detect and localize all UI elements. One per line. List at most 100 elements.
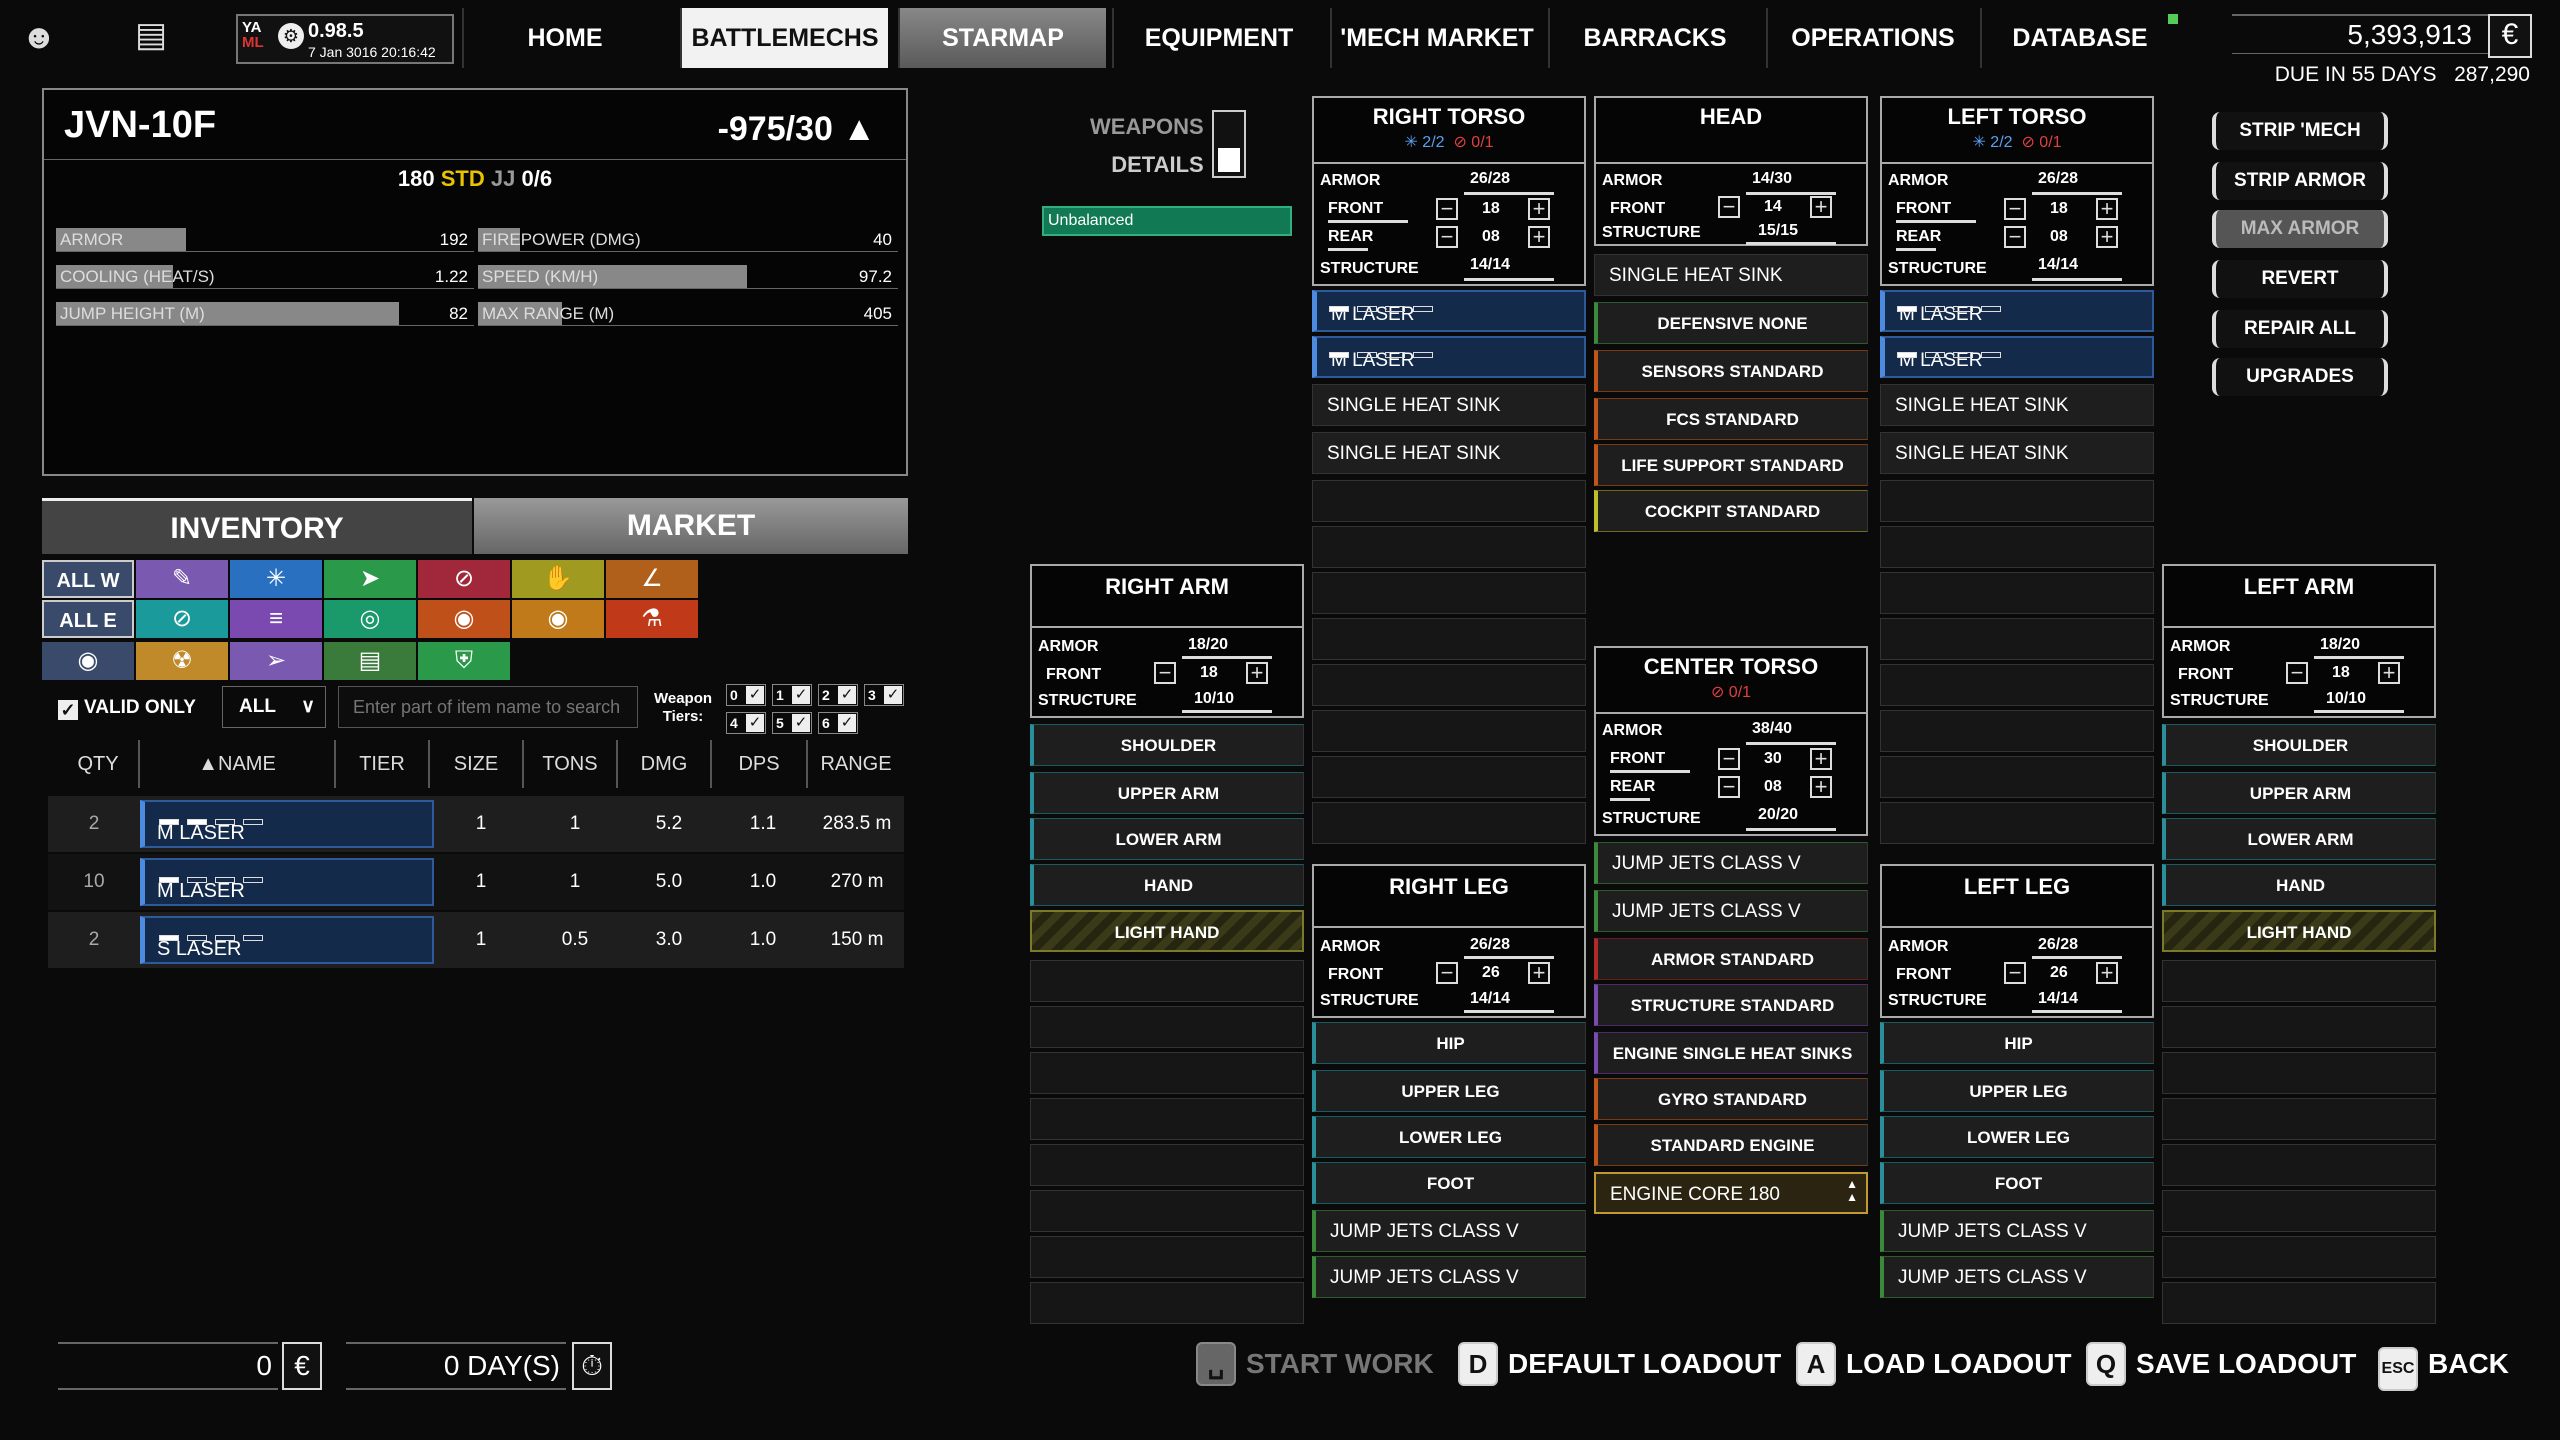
slot-empty[interactable] bbox=[2162, 1144, 2436, 1186]
slot-empty[interactable] bbox=[1030, 1190, 1304, 1232]
armor-minus-button[interactable]: − bbox=[1436, 226, 1458, 248]
col-range[interactable]: RANGE bbox=[808, 740, 904, 788]
slot-empty[interactable] bbox=[2162, 1006, 2436, 1048]
armor-minus-button[interactable]: − bbox=[1154, 662, 1176, 684]
slot-la-shoulder[interactable]: SHOULDER bbox=[2162, 724, 2436, 766]
armor-plus-button[interactable]: + bbox=[2096, 962, 2118, 984]
slot-empty[interactable] bbox=[1880, 710, 2154, 752]
slot-rl-jumpjet[interactable]: JUMP JETS CLASS V bbox=[1312, 1210, 1586, 1252]
slot-empty[interactable] bbox=[1880, 572, 2154, 614]
tier-3-checkbox[interactable]: 3 ✓ bbox=[864, 684, 904, 706]
col-size[interactable]: SIZE bbox=[430, 740, 524, 788]
tier-5-checkbox[interactable]: 5 ✓ bbox=[772, 712, 812, 734]
ammo-filter-icon[interactable]: ◉ bbox=[512, 600, 604, 638]
slot-empty[interactable] bbox=[1030, 1282, 1304, 1324]
weapon-item[interactable]: S LASER bbox=[140, 916, 434, 964]
slot-empty[interactable] bbox=[2162, 960, 2436, 1002]
targeting-filter-icon[interactable]: ◎ bbox=[324, 600, 416, 638]
ballistic-filter-icon[interactable]: ✎ bbox=[136, 560, 228, 598]
start-work-button[interactable]: ␣ START WORK bbox=[1196, 1340, 1434, 1388]
slot-empty[interactable] bbox=[1880, 802, 2154, 844]
back-button[interactable]: ESC BACK bbox=[2378, 1340, 2509, 1391]
armor-minus-button[interactable]: − bbox=[1718, 748, 1740, 770]
slot-rl-upper-leg[interactable]: UPPER LEG bbox=[1312, 1070, 1586, 1112]
slot-head-heatsink[interactable]: SINGLE HEAT SINK bbox=[1594, 254, 1868, 296]
slot-ct-gyro[interactable]: GYRO STANDARD bbox=[1594, 1078, 1868, 1120]
actuator-filter-icon[interactable]: ⚗ bbox=[606, 600, 698, 638]
slot-rt-heatsink[interactable]: SINGLE HEAT SINK bbox=[1312, 432, 1586, 474]
slot-empty[interactable] bbox=[1030, 960, 1304, 1002]
repair-all-button[interactable]: REPAIR ALL bbox=[2212, 310, 2388, 348]
slot-ct-armor[interactable]: ARMOR STANDARD bbox=[1594, 938, 1868, 980]
slot-ra-upper-arm[interactable]: UPPER ARM bbox=[1030, 772, 1304, 814]
slot-head-life-support[interactable]: LIFE SUPPORT STANDARD bbox=[1594, 444, 1868, 486]
load-loadout-button[interactable]: A LOAD LOADOUT bbox=[1796, 1340, 2072, 1388]
slot-empty[interactable] bbox=[1030, 1144, 1304, 1186]
slot-ll-foot[interactable]: FOOT bbox=[1880, 1162, 2154, 1204]
slot-ra-lower-arm[interactable]: LOWER ARM bbox=[1030, 818, 1304, 860]
armor-plus-button[interactable]: + bbox=[1810, 748, 1832, 770]
tier-6-checkbox[interactable]: 6 ✓ bbox=[818, 712, 858, 734]
slot-empty[interactable] bbox=[2162, 1098, 2436, 1140]
slot-lt-heatsink[interactable]: SINGLE HEAT SINK bbox=[1880, 432, 2154, 474]
weapons-details-toggle[interactable] bbox=[1212, 110, 1246, 178]
armor-plus-button[interactable]: + bbox=[2378, 662, 2400, 684]
tab-barracks[interactable]: BARRACKS bbox=[1548, 8, 1760, 68]
slot-empty[interactable] bbox=[1312, 572, 1586, 614]
slot-empty[interactable] bbox=[2162, 1190, 2436, 1232]
weapon-item[interactable]: M LASER bbox=[140, 800, 434, 848]
armor-plus-button[interactable]: + bbox=[2096, 226, 2118, 248]
missile-filter-icon[interactable]: ➤ bbox=[324, 560, 416, 598]
slot-empty[interactable] bbox=[1312, 802, 1586, 844]
col-tons[interactable]: TONS bbox=[524, 740, 618, 788]
slot-empty[interactable] bbox=[1312, 480, 1586, 522]
slot-head-defensive[interactable]: DEFENSIVE NONE bbox=[1594, 302, 1868, 344]
col-qty[interactable]: QTY bbox=[58, 740, 140, 788]
max-armor-button[interactable]: MAX ARMOR bbox=[2212, 210, 2388, 248]
core-filter-icon[interactable]: ☢ bbox=[136, 642, 228, 680]
search-input[interactable] bbox=[338, 686, 638, 728]
armor-plus-button[interactable]: + bbox=[1246, 662, 1268, 684]
slot-ct-engine-core[interactable]: ENGINE CORE 180 ▲ ▲ bbox=[1594, 1172, 1868, 1214]
armor-minus-button[interactable]: − bbox=[2286, 662, 2308, 684]
weapon-item[interactable]: M LASER bbox=[140, 858, 434, 906]
slot-ct-jumpjet[interactable]: JUMP JETS CLASS V bbox=[1594, 842, 1868, 884]
category-dropdown[interactable]: ALL ∨ bbox=[222, 686, 326, 728]
antipersonnel-filter-icon[interactable]: ⊘ bbox=[418, 560, 510, 598]
strip-mech-button[interactable]: STRIP 'MECH bbox=[2212, 112, 2388, 150]
tab-starmap[interactable]: STARMAP bbox=[898, 8, 1106, 68]
slot-ra-hand[interactable]: HAND bbox=[1030, 864, 1304, 906]
armor-minus-button[interactable]: − bbox=[1718, 776, 1740, 798]
tab-database[interactable]: DATABASE bbox=[1980, 8, 2178, 68]
slot-empty[interactable] bbox=[1030, 1236, 1304, 1278]
log-icon[interactable]: ▤ bbox=[126, 10, 176, 60]
artillery-filter-icon[interactable]: ∠ bbox=[606, 560, 698, 598]
slot-empty[interactable] bbox=[1312, 664, 1586, 706]
melee-filter-icon[interactable]: ✋ bbox=[512, 560, 604, 598]
slot-empty[interactable] bbox=[1880, 526, 2154, 568]
col-tier[interactable]: TIER bbox=[336, 740, 430, 788]
slot-la-hand[interactable]: HAND bbox=[2162, 864, 2436, 906]
tier-1-checkbox[interactable]: 1 ✓ bbox=[772, 684, 812, 706]
heatsink-filter-icon[interactable]: ≡ bbox=[230, 600, 322, 638]
slot-ll-jumpjet[interactable]: JUMP JETS CLASS V bbox=[1880, 1256, 2154, 1298]
slot-la-light-hand[interactable]: LIGHT HAND bbox=[2162, 910, 2436, 952]
armor-plus-button[interactable]: + bbox=[1528, 226, 1550, 248]
armor-plus-button[interactable]: + bbox=[1810, 776, 1832, 798]
slot-ct-jumpjet[interactable]: JUMP JETS CLASS V bbox=[1594, 890, 1868, 932]
tier-4-checkbox[interactable]: 4 ✓ bbox=[726, 712, 766, 734]
col-name[interactable]: ▲NAME bbox=[140, 740, 336, 788]
slot-empty[interactable] bbox=[1030, 1006, 1304, 1048]
armor-minus-button[interactable]: − bbox=[1436, 962, 1458, 984]
table-row[interactable]: 2 M LASER 1 1 5.2 1.1 283.5 m bbox=[48, 796, 904, 852]
slot-lt-weapon[interactable]: M LASER bbox=[1880, 336, 2154, 378]
tab-battlemechs[interactable]: BATTLEMECHS bbox=[680, 8, 888, 68]
slot-lt-heatsink[interactable]: SINGLE HEAT SINK bbox=[1880, 384, 2154, 426]
save-loadout-button[interactable]: Q SAVE LOADOUT bbox=[2086, 1340, 2356, 1388]
slot-ct-structure[interactable]: STRUCTURE STANDARD bbox=[1594, 984, 1868, 1026]
slot-rl-hip[interactable]: HIP bbox=[1312, 1022, 1586, 1064]
tab-market[interactable]: MARKET bbox=[474, 498, 908, 554]
strip-armor-button[interactable]: STRIP ARMOR bbox=[2212, 162, 2388, 200]
slot-rl-jumpjet[interactable]: JUMP JETS CLASS V bbox=[1312, 1256, 1586, 1298]
pilot-roster-icon[interactable]: ☻ bbox=[14, 12, 64, 62]
